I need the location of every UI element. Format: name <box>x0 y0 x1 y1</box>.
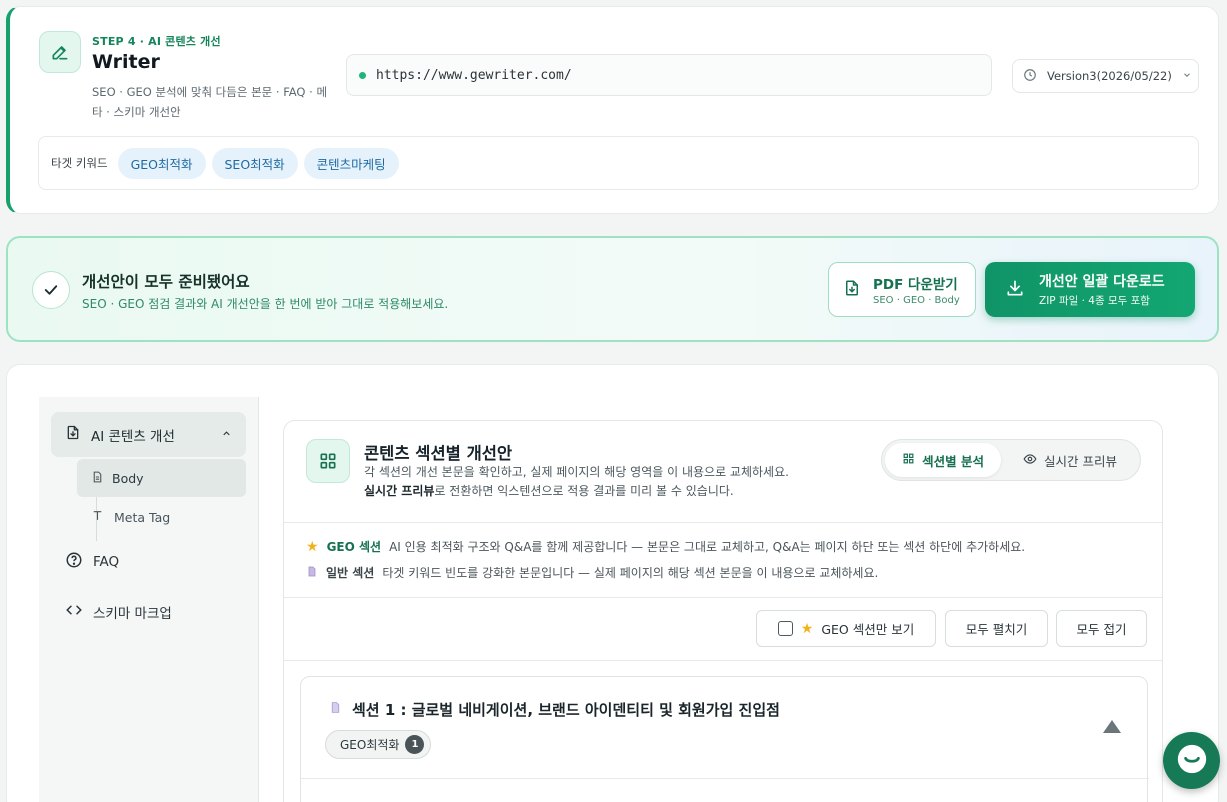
divider <box>284 660 1162 661</box>
chevron-up-icon <box>221 427 232 443</box>
content-panel: 콘텐츠 섹션별 개선안 각 섹션의 개선 본문을 확인하고, 실제 페이지의 해… <box>283 420 1163 802</box>
tab-label: 실시간 프리뷰 <box>1044 453 1118 469</box>
app-description: SEO · GEO 분석에 맞춰 다듬은 본문 · FAQ · 메타 · 스키마… <box>92 85 328 119</box>
section-title-text: 섹션 1 : 글로벌 네비게이션, 브랜드 아이덴티티 및 회원가입 진입점 <box>352 701 780 719</box>
keywords-label: 타겟 키워드 <box>51 156 108 170</box>
sidebar: AI 콘텐츠 개선 Body Meta Tag FAQ 스키마 마크업 <box>39 397 259 802</box>
chevron-down-icon <box>1182 69 1192 83</box>
chat-icon <box>1175 742 1209 780</box>
star-icon: ★ <box>306 538 319 555</box>
tab-section-analysis[interactable]: 섹션별 분석 <box>885 443 1002 477</box>
ready-banner: 개선안이 모두 준비됐어요 SEO · GEO 점검 결과와 AI 개선안을 한… <box>6 236 1219 342</box>
url-text: https://www.gewriter.com/ <box>376 67 572 83</box>
legend-normal: 일반 섹션 타겟 키워드 빈도를 강화한 본문입니다 — 실제 페이지의 해당 … <box>306 564 878 581</box>
check-icon <box>32 271 70 309</box>
sidebar-subitem-label: Meta Tag <box>114 509 171 525</box>
sidebar-item-label: FAQ <box>93 554 120 570</box>
legend-geo-text: AI 인용 최적화 구조와 Q&A를 함께 제공합니다 — 본문은 그대로 교체… <box>389 540 1026 554</box>
version-value: Version3(2026/05/22) <box>1047 69 1172 83</box>
legend-geo: ★ GEO 섹션 AI 인용 최적화 구조와 Q&A를 함께 제공합니다 — 본… <box>306 538 1025 555</box>
grid-icon <box>902 452 915 468</box>
download-icon <box>1005 278 1025 302</box>
legend-geo-key: GEO 섹션 <box>326 540 382 554</box>
tab-label: 섹션별 분석 <box>922 453 984 469</box>
sidebar-item-label: 스키마 마크업 <box>93 606 172 622</box>
section-tag-label: GEO최적화 <box>340 738 400 752</box>
section-title[interactable]: 섹션 1 : 글로벌 네비게이션, 브랜드 아이덴티티 및 회원가입 진입점 <box>329 699 780 720</box>
divider <box>284 597 1162 598</box>
eye-icon <box>1023 452 1037 469</box>
keyword-chip[interactable]: 콘텐츠마케팅 <box>303 147 399 179</box>
count-badge: 1 <box>405 735 425 754</box>
target-keywords: 타겟 키워드 GEO최적화 SEO최적화 콘텐츠마케팅 <box>38 136 1199 190</box>
status-dot <box>359 71 366 79</box>
panel-desc-bold: 실시간 프리뷰 <box>364 484 435 498</box>
keyword-chip[interactable]: SEO최적화 <box>211 147 298 179</box>
document-icon <box>91 470 104 487</box>
help-circle-icon <box>65 551 83 573</box>
ready-title: 개선안이 모두 준비됐어요 <box>82 273 250 291</box>
sidebar-subitem-meta-tag[interactable]: Meta Tag <box>91 509 170 525</box>
chat-button[interactable] <box>1163 732 1220 789</box>
pdf-button-sub: SEO · GEO · Body <box>873 295 960 306</box>
clock-icon <box>1023 68 1037 85</box>
panel-description: 각 섹션의 개선 본문을 확인하고, 실제 페이지의 해당 영역을 이 내용으로… <box>364 463 789 501</box>
sidebar-item-label: AI 콘텐츠 개선 <box>91 428 175 445</box>
panel-title: 콘텐츠 섹션별 개선안 <box>364 444 513 463</box>
sidebar-item-ai-content[interactable]: AI 콘텐츠 개선 <box>51 412 246 457</box>
bulk-download-label: 개선안 일괄 다운로드 <box>1039 274 1165 290</box>
section-tag: GEO최적화 1 <box>325 730 432 759</box>
document-icon <box>306 565 318 581</box>
view-toggle: 섹션별 분석 실시간 프리뷰 <box>881 439 1141 481</box>
sidebar-item-faq[interactable]: FAQ <box>65 551 119 573</box>
file-download-icon <box>843 278 861 302</box>
geo-only-checkbox[interactable]: ★ GEO 섹션만 보기 <box>756 610 936 647</box>
divider <box>284 522 1162 523</box>
version-select[interactable]: Version3(2026/05/22) <box>1012 59 1199 93</box>
sidebar-subitem-label: Body <box>112 470 144 486</box>
legend-normal-key: 일반 섹션 <box>326 566 375 580</box>
bulk-download-button[interactable]: 개선안 일괄 다운로드 ZIP 파일 · 4종 모두 포함 <box>985 262 1195 317</box>
header-card: STEP 4 · AI 콘텐츠 개선 Writer SEO · GEO 분석에 … <box>6 6 1219 214</box>
geo-only-label: GEO 섹션만 보기 <box>821 622 915 637</box>
pdf-button-label: PDF 다운받기 <box>873 277 958 293</box>
step-label: STEP 4 · AI 콘텐츠 개선 <box>92 35 221 48</box>
main-card: AI 콘텐츠 개선 Body Meta Tag FAQ 스키마 마크업 콘텐츠 … <box>6 364 1219 802</box>
ready-subtitle: SEO · GEO 점검 결과와 AI 개선안을 한 번에 받아 그대로 적용해… <box>82 297 449 311</box>
code-icon <box>65 601 83 623</box>
document-icon <box>329 700 342 719</box>
legend-normal-text: 타겟 키워드 빈도를 강화한 본문입니다 — 실제 페이지의 해당 섹션 본문을… <box>382 566 879 580</box>
section-card: 섹션 1 : 글로벌 네비게이션, 브랜드 아이덴티티 및 회원가입 진입점 G… <box>300 676 1149 802</box>
collapse-all-button[interactable]: 모두 접기 <box>1056 610 1147 647</box>
star-icon: ★ <box>800 620 814 637</box>
panel-desc-line1: 각 섹션의 개선 본문을 확인하고, 실제 페이지의 해당 영역을 이 내용으로… <box>364 465 789 479</box>
expand-all-button[interactable]: 모두 펼치기 <box>945 610 1048 647</box>
tab-live-preview[interactable]: 실시간 프리뷰 <box>1003 443 1137 477</box>
file-download-icon <box>65 424 81 445</box>
sidebar-subitem-body[interactable]: Body <box>77 459 246 497</box>
pencil-icon <box>39 31 81 73</box>
panel-desc-line2: 로 전환하면 익스텐션으로 적용 결과를 미리 볼 수 있습니다. <box>434 484 734 498</box>
collapse-triangle-icon[interactable] <box>1103 720 1121 733</box>
checkbox-box <box>777 621 793 636</box>
bulk-download-sub: ZIP 파일 · 4종 모두 포함 <box>1039 295 1150 307</box>
app-title: Writer <box>92 51 160 73</box>
grid-icon <box>306 439 350 483</box>
url-field[interactable]: https://www.gewriter.com/ <box>346 54 992 96</box>
sidebar-item-schema[interactable]: 스키마 마크업 <box>65 601 172 623</box>
divider <box>301 778 1149 779</box>
text-icon <box>91 509 104 525</box>
keyword-chip[interactable]: GEO최적화 <box>117 147 206 179</box>
pdf-download-button[interactable]: PDF 다운받기 SEO · GEO · Body <box>828 262 976 317</box>
